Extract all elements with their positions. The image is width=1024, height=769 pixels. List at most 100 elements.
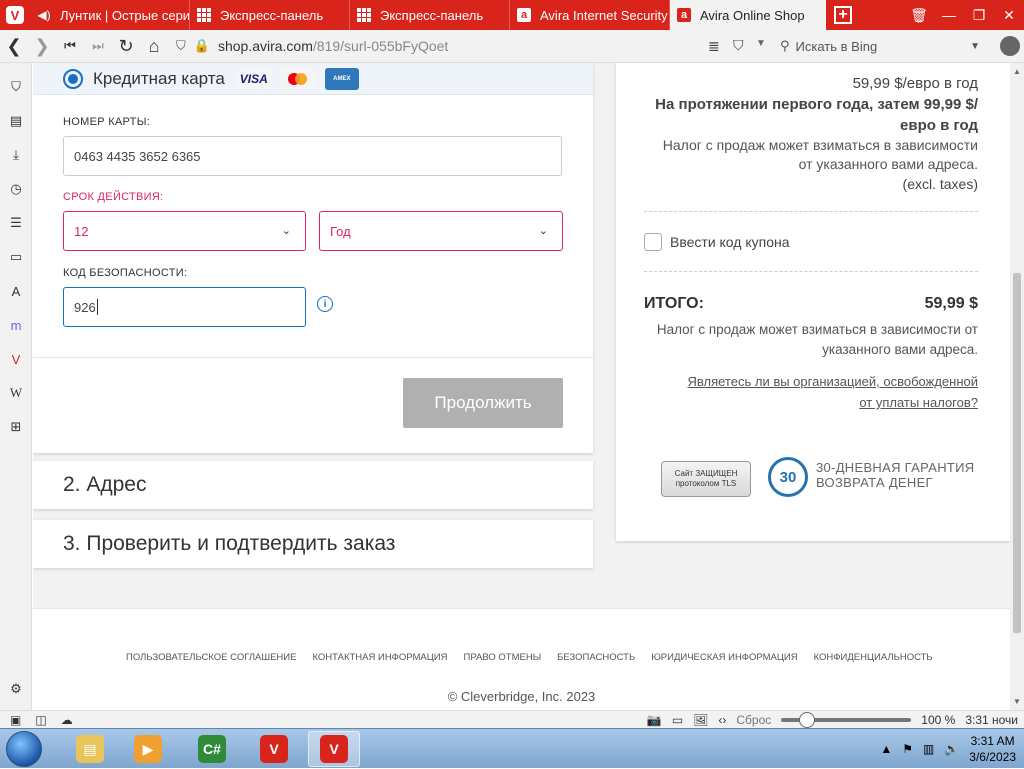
footer-link-contact[interactable]: КОНТАКТНАЯ ИНФОРМАЦИЯ xyxy=(312,652,447,663)
cvv-input[interactable]: 926 xyxy=(63,287,306,327)
notes-icon[interactable]: ☰ xyxy=(8,215,24,231)
tab-avira-online-shop[interactable]: a Avira Online Shop xyxy=(670,0,826,30)
avira-icon: a xyxy=(676,7,692,23)
scroll-down-arrow-icon[interactable]: ▼ xyxy=(1010,697,1024,706)
tray-arrow-icon[interactable]: ▲ xyxy=(880,742,892,756)
page-footer: ПОЛЬЗОВАТЕЛЬСКОЕ СОГЛАШЕНИЕ КОНТАКТНАЯ И… xyxy=(33,608,1010,710)
scrollbar-thumb[interactable] xyxy=(1013,273,1021,633)
add-panel-icon[interactable]: ⊞ xyxy=(8,419,24,435)
renewal-line-1: На протяжении первого года, затем 99,99 … xyxy=(655,96,978,113)
tab-express-panel-2[interactable]: Экспресс-панель xyxy=(350,0,510,30)
avira-icon: a xyxy=(516,7,532,23)
continue-button[interactable]: Продолжить xyxy=(403,378,563,428)
taskbar-vivaldi[interactable]: V xyxy=(248,731,300,767)
speaker-icon: ◀) xyxy=(37,8,51,22)
bookmarks-icon[interactable]: ⛉ xyxy=(8,79,24,95)
excl-taxes-label: (excl. taxes) xyxy=(902,176,978,192)
coupon-checkbox-row[interactable]: Ввести код купона xyxy=(644,233,790,251)
expiry-month-select[interactable]: 12 ⌄ xyxy=(63,211,306,251)
mastodon-icon[interactable]: m xyxy=(8,317,24,333)
tax-exempt-link[interactable]: Являетесь ли вы организацией, освобожден… xyxy=(688,371,978,413)
reading-list-icon[interactable]: ▤ xyxy=(8,113,24,129)
code-icon[interactable]: ‹› xyxy=(718,713,726,727)
home-button[interactable]: ⌂ xyxy=(140,32,168,60)
bookmark-icon[interactable]: ⛉ xyxy=(733,37,744,54)
folder-icon: ▤ xyxy=(76,735,104,763)
step-review[interactable]: 3. Проверить и подтвердить заказ xyxy=(33,520,593,568)
minimize-button[interactable]: — xyxy=(934,7,964,23)
taskbar-vivaldi-active[interactable]: V xyxy=(308,731,360,767)
volume-icon[interactable]: 🔊 xyxy=(944,742,959,756)
taskbar-explorer[interactable]: ▤ xyxy=(64,731,116,767)
cloud-sync-icon[interactable]: ☁ xyxy=(61,713,73,727)
lock-icon: 🔒 xyxy=(193,38,210,53)
action-center-flag-icon[interactable]: ⚑ xyxy=(902,742,913,756)
vivaldi-icon[interactable]: V xyxy=(8,351,24,367)
step-address[interactable]: 2. Адрес xyxy=(33,461,593,509)
reload-button[interactable]: ↻ xyxy=(112,32,140,60)
image-icon[interactable]: 🖼 xyxy=(693,713,708,727)
visa-logo: VISA xyxy=(236,67,271,90)
new-tab-button[interactable]: + xyxy=(834,6,852,24)
profile-avatar[interactable] xyxy=(1000,36,1020,56)
toggle-panel-icon[interactable]: ▣ xyxy=(10,713,21,727)
window-panel-icon[interactable]: ▭ xyxy=(8,249,24,265)
taskbar-media-player[interactable]: ▶ xyxy=(122,731,174,767)
total-tax-line-1: Налог с продаж может взиматься в зависим… xyxy=(656,322,978,337)
vivaldi-logo-icon: V xyxy=(6,6,24,24)
vivaldi-menu-button[interactable]: V xyxy=(0,0,30,30)
page-content: Кредитная карта VISA AMEX НОМЕР КАРТЫ: 0… xyxy=(33,63,1010,710)
wikipedia-icon[interactable]: W xyxy=(8,385,24,401)
settings-gear-icon[interactable]: ⚙ xyxy=(8,681,24,697)
tile-tabs-icon[interactable]: ◫ xyxy=(35,713,46,727)
translate-icon[interactable]: A xyxy=(8,283,24,299)
tab-avira-internet-security[interactable]: a Avira Internet Security - xyxy=(510,0,670,30)
credit-card-radio[interactable] xyxy=(63,68,83,89)
tab-express-panel-1[interactable]: Экспресс-панель xyxy=(190,0,350,30)
footer-link-user-agreement[interactable]: ПОЛЬЗОВАТЕЛЬСКОЕ СОГЛАШЕНИЕ xyxy=(126,652,296,663)
capture-icon[interactable]: 📷 xyxy=(647,713,662,727)
footer-link-cancellation[interactable]: ПРАВО ОТМЕНЫ xyxy=(464,652,542,663)
history-icon[interactable]: ◷ xyxy=(8,181,24,197)
footer-link-legal[interactable]: ЮРИДИЧЕСКАЯ ИНФОРМАЦИЯ xyxy=(651,652,797,663)
url-field[interactable]: ⛉ 🔒 shop.avira.com/819/surl-055bFyQoet xyxy=(176,38,676,54)
vivaldi-icon: V xyxy=(260,735,288,763)
expiry-year-select[interactable]: Год ⌄ xyxy=(319,211,563,251)
zoom-reset-button[interactable]: Сброс xyxy=(736,713,771,727)
total-label: ИТОГО: xyxy=(644,295,704,312)
chevron-down-icon[interactable]: ▼ xyxy=(756,38,766,49)
reader-view-icon[interactable]: ≣ xyxy=(708,38,720,55)
footer-link-security[interactable]: БЕЗОПАСНОСТЬ xyxy=(557,652,635,663)
close-button[interactable]: ✕ xyxy=(994,7,1024,24)
rewind-button[interactable]: ⏮ xyxy=(56,32,84,60)
downloads-icon[interactable]: ⤓ xyxy=(8,147,24,163)
forward-button[interactable]: ❯ xyxy=(28,32,56,60)
search-engine-dropdown-icon[interactable]: ▼ xyxy=(970,41,980,52)
media-player-icon: ▶ xyxy=(134,735,162,763)
scroll-up-arrow-icon[interactable]: ▲ xyxy=(1010,67,1024,76)
chevron-down-icon: ⌄ xyxy=(281,225,291,237)
tab-luntik[interactable]: ◀) Лунтик | Острые серии xyxy=(30,0,190,30)
price-label: 59,99 $/евро в год xyxy=(852,75,978,92)
taskbar-clock[interactable]: 3:31 AM 3/6/2023 xyxy=(969,733,1016,765)
back-button[interactable]: ❮ xyxy=(0,32,28,60)
maximize-button[interactable]: ❐ xyxy=(964,7,994,24)
fast-forward-button[interactable]: ⏭ xyxy=(84,32,112,60)
window-icon[interactable]: ▭ xyxy=(672,713,683,727)
info-icon[interactable]: i xyxy=(317,296,333,312)
zoom-slider[interactable] xyxy=(781,711,912,728)
start-button[interactable] xyxy=(6,731,42,767)
footer-link-privacy[interactable]: КОНФИДЕНЦИАЛЬНОСТЬ xyxy=(814,652,933,663)
tls-secure-badge: Сайт ЗАЩИЩЕН протоколом TLS xyxy=(661,461,751,497)
card-number-label: НОМЕР КАРТЫ: xyxy=(63,116,151,128)
coupon-checkbox[interactable] xyxy=(644,233,662,251)
page-scrollbar[interactable]: ▲ ▼ xyxy=(1010,63,1024,710)
mastercard-logo xyxy=(280,67,315,90)
card-number-input[interactable]: 0463 4435 3652 6365 xyxy=(63,136,562,176)
taskbar-csharp[interactable]: C# xyxy=(186,731,238,767)
zoom-level: 100 % xyxy=(921,712,956,727)
search-field[interactable]: ⚲ Искать в Bing ▼ xyxy=(780,33,990,59)
trash-icon[interactable]: 🗑 xyxy=(904,7,934,24)
network-icon[interactable]: ▥ xyxy=(923,742,934,756)
payment-method-option[interactable]: Кредитная карта VISA AMEX xyxy=(33,63,593,95)
